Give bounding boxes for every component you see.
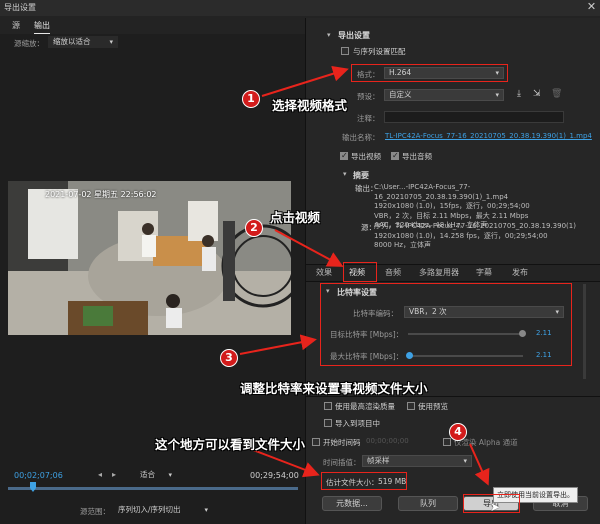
annotation-text-3: 调整比特率来设置事视频文件大小: [240, 381, 428, 396]
arrow-5: [469, 443, 490, 486]
arrow-1: [261, 65, 349, 97]
step-badge-4: 4: [449, 423, 467, 441]
arrow-3: [239, 334, 317, 355]
arrow-2: [274, 229, 344, 267]
annotation-text-4: 这个地方可以看到文件大小: [155, 437, 306, 452]
annotation-text-1: 选择视频格式: [272, 98, 348, 113]
step-badge-2: 2: [245, 219, 263, 237]
step-badge-1: 1: [242, 90, 260, 108]
annotation-text-2: 点击视频: [270, 210, 321, 225]
step-badge-3: 3: [220, 349, 238, 367]
export-settings-window: 导出设置 ✕ 源 输出 源缩放： 缩放以适合 ▾ 2021-07-02 星期五 …: [0, 0, 600, 524]
